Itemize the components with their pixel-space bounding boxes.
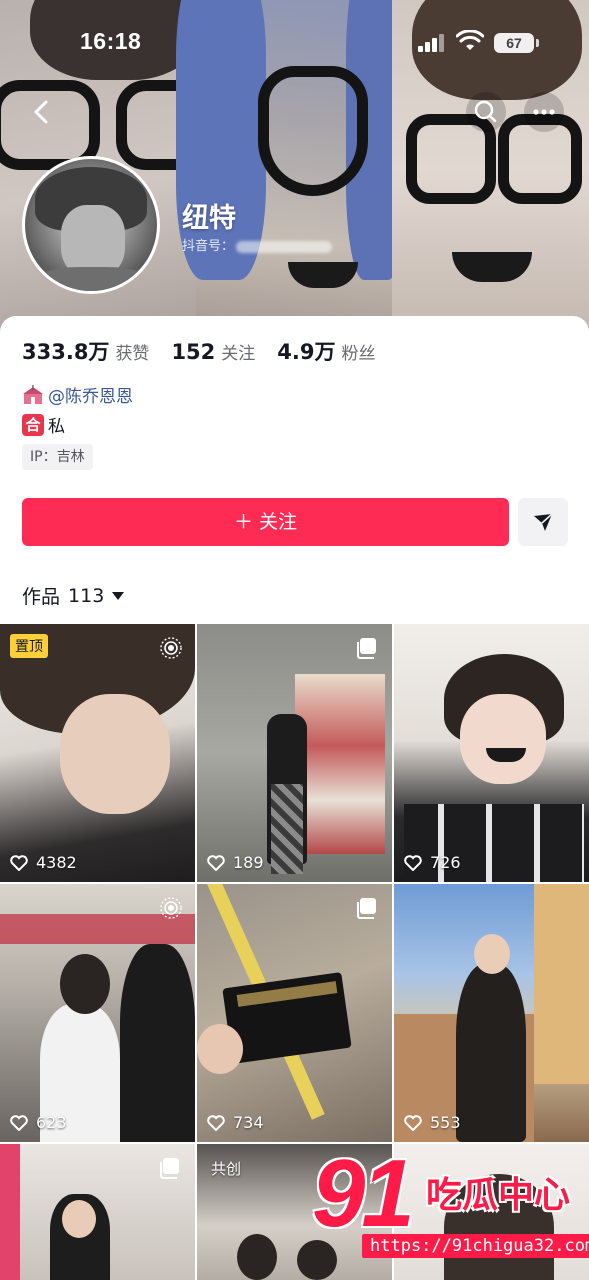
watermark-name: 吃瓜中心 [426, 1175, 571, 1216]
heart-outline-icon [10, 1114, 28, 1131]
pinned-badge: 置顶 [10, 634, 48, 658]
share-button[interactable] [518, 498, 568, 546]
battery-tip [536, 39, 539, 47]
multi-image-icon [357, 898, 376, 919]
works-tab[interactable]: 作品 113 [22, 582, 125, 609]
follow-button[interactable]: ＋ 关注 [22, 498, 509, 546]
stat-following-value: 152 [171, 340, 216, 364]
cellular-signal-icon [418, 34, 448, 52]
multi-image-icon [357, 638, 376, 659]
stat-following[interactable]: 152 关注 [171, 339, 255, 364]
battery-level: 67 [494, 33, 534, 53]
stat-following-label: 关注 [221, 344, 256, 364]
search-button[interactable] [466, 92, 506, 132]
more-dots-icon [533, 109, 555, 115]
like-count-text: 726 [430, 853, 461, 872]
heart-outline-icon [207, 1114, 225, 1131]
bio-mention-link[interactable]: @陈乔恩恩 [48, 382, 133, 407]
like-count-text: 4382 [36, 853, 77, 872]
more-button[interactable] [524, 92, 564, 132]
video-like-count: 734 [207, 1113, 264, 1132]
status-bar: 16:18 67 [0, 0, 589, 80]
profile-nickname: 纽特 [182, 203, 236, 234]
heart-outline-icon [10, 854, 28, 871]
stat-likes-value: 333.8万 [22, 340, 110, 364]
video-tile[interactable]: 置顶 4382 [0, 624, 195, 882]
school-icon [23, 384, 43, 404]
video-like-count: 553 [404, 1113, 461, 1132]
avatar[interactable] [22, 156, 160, 294]
works-label: 作品 [22, 586, 61, 608]
video-like-count: 623 [10, 1113, 67, 1132]
back-arrow-icon[interactable] [24, 94, 60, 130]
live-photo-icon [160, 637, 182, 659]
heart-outline-icon [207, 854, 225, 871]
status-time: 16:18 [80, 28, 142, 54]
search-icon [474, 100, 497, 123]
stat-likes: 333.8万 获赞 [22, 336, 149, 366]
ip-location-tag: IP：吉林 [22, 444, 93, 470]
stat-likes-label: 获赞 [115, 344, 150, 364]
heart-outline-icon [404, 1114, 422, 1131]
douyin-id-blurred-value [236, 240, 333, 253]
stat-followers-value: 4.9万 [277, 340, 336, 364]
like-count-text: 623 [36, 1113, 67, 1132]
works-count: 113 [68, 584, 105, 607]
video-like-count: 726 [404, 853, 461, 872]
douyin-id-label: 抖音号： [182, 239, 235, 254]
like-count-text: 553 [430, 1113, 461, 1132]
send-icon [534, 513, 553, 531]
multi-image-icon [160, 1158, 179, 1179]
avatar-sweater [31, 267, 155, 291]
video-tile[interactable]: 553 [394, 884, 589, 1142]
video-tile[interactable]: 623 [0, 884, 195, 1142]
profile-stats: 333.8万 获赞 152 关注 4.9万 粉丝 [22, 336, 397, 366]
douyin-id[interactable]: 抖音号： [182, 235, 333, 254]
video-tile[interactable] [0, 1144, 195, 1280]
heart-outline-icon [404, 854, 422, 871]
bio-emoji-badge: 合 [22, 413, 44, 436]
like-count-text: 734 [233, 1113, 264, 1132]
live-photo-icon [160, 897, 182, 919]
bio-text: 私 [48, 417, 65, 437]
stat-followers[interactable]: 4.9万 粉丝 [277, 336, 375, 366]
bio-line-2: 合 私 [22, 412, 65, 437]
bio-line-mention: @陈乔恩恩 [22, 382, 133, 407]
wifi-icon [456, 30, 484, 50]
video-tile[interactable]: 734 [197, 884, 392, 1142]
video-like-count: 189 [207, 853, 264, 872]
like-count-text: 189 [233, 853, 264, 872]
site-watermark: 91 吃瓜中心 https://91chigua32.com [306, 1140, 589, 1266]
dropdown-caret-icon [112, 591, 125, 600]
video-tile[interactable]: 189 [197, 624, 392, 882]
watermark-logo: 91 [312, 1140, 415, 1247]
watermark-url: https://91chigua32.com [362, 1234, 589, 1258]
video-tile[interactable]: 726 [394, 624, 589, 882]
stat-followers-label: 粉丝 [341, 344, 376, 364]
collab-badge: 共创 [211, 1160, 242, 1178]
video-like-count: 4382 [10, 853, 77, 872]
